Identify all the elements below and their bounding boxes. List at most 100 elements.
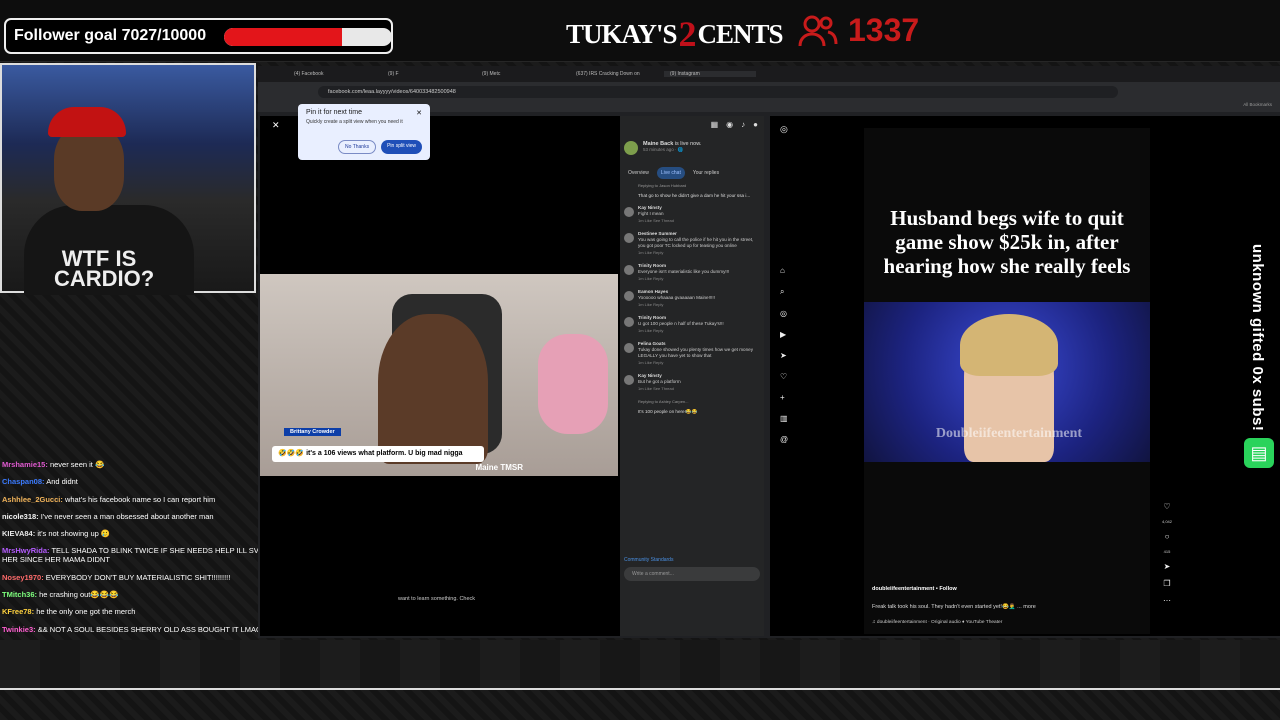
share-icon[interactable]: ➤ [1164,562,1171,571]
comment-meta[interactable]: 1m Like See Thread [638,386,681,392]
chat-line: nicole318: I've never seen a man obsesse… [2,512,264,521]
comment-meta[interactable]: 1m Like See Thread [638,218,674,224]
instagram-nav: ⌂ ⌕ ◎ ▶ ➤ ♡ + ▥ @ [780,266,788,444]
chat-user[interactable]: KIEVA84: [2,529,35,538]
reel-user[interactable]: doubleiifeentertainment • Follow [872,586,957,592]
browser-tab[interactable]: (9) F [382,71,474,77]
chat-user[interactable]: Mrshamie15: [2,460,48,469]
browser-tabs: (4) Facebook (9) F (9) Metc (637) IRS Crack… [258,66,1280,82]
threads-icon[interactable]: @ [780,435,788,444]
reel-title: Husband begs wife to quit game show $25k… [883,206,1131,278]
comment-avatar[interactable] [624,291,634,301]
write-comment-input[interactable]: Write a comment... [624,567,760,581]
save-icon[interactable]: ❐ [1163,579,1170,588]
comment-avatar[interactable] [624,265,634,275]
browser-tab[interactable]: (9) Instagram [664,71,756,77]
cam-streamer-cap [48,107,126,137]
browser-tab[interactable]: (637) IRS Cracking Down on [570,71,662,77]
comment: Kay Ninsty But he got a platform 1m Like S… [624,373,760,392]
fb-panel-tab[interactable]: Live chat [656,167,685,179]
chat-line: Twinkie3: && NOT A SOUL BESIDES SHERRY O… [2,625,264,634]
dashboard-icon[interactable]: ▥ [780,414,788,423]
chat-user[interactable]: MrsHwyRida: [2,546,50,555]
more-icon[interactable]: ⋯ [1163,596,1171,605]
pin-close-icon[interactable]: ✕ [416,109,422,117]
comment-avatar[interactable] [624,343,634,353]
comment-meta[interactable]: 1m Like Reply [638,250,760,256]
video-person [378,314,488,464]
chat-user[interactable]: nicole318: [2,512,39,521]
comment-avatar[interactable] [624,317,634,327]
chat-user[interactable]: Nosey1970: [2,573,44,582]
bell-icon[interactable]: ♪ [741,120,745,129]
facebook-video[interactable]: Brittany Crowder 🤣🤣🤣 it's a 106 views wh… [260,274,618,476]
avatar[interactable]: ● [753,120,758,129]
plus-icon[interactable]: + [780,393,788,402]
fb-panel-tabs: Overview Live chat Your replies [624,167,760,179]
comment-body: Trinity Room U got 100 people n half of t… [638,315,724,334]
video-caption: 🤣🤣🤣 it's a 106 views what platform. U bi… [272,446,484,462]
like-icon[interactable]: ♡ [1163,502,1170,511]
comment-meta[interactable]: 1m Like Reply [638,276,729,282]
chat-line: KIEVA84: it's not showing up 🥲 [2,529,264,538]
plush-toy [538,334,608,434]
like-count: 4,042 [1162,519,1173,524]
comment-text: Fight I mean [638,211,664,216]
url-field[interactable]: facebook.com/leaa.layyyy/videos/64003348… [318,86,1118,98]
pin-split-view-button[interactable]: Pin split view [381,140,422,154]
stream-top-bar: Follower goal 7027/10000 TUKAY'S 2 CENTS… [0,0,1280,62]
reels-icon[interactable]: ▶ [780,330,788,339]
browser-tab[interactable]: (4) Facebook [288,71,380,77]
no-thanks-button[interactable]: No Thanks [338,140,377,154]
viewer-count: 1337 [848,12,920,48]
sub-banner: unknown gifted 0x subs! [1249,244,1266,432]
comment-body: Destinee Summer You was going to call the… [638,231,760,256]
comment-meta[interactable]: 1m Like Reply [638,302,715,308]
chat-line: Ashhlee_2Gucci: what's his facebook name… [2,495,264,504]
host-time: 53 minutes ago · 🌐 [643,147,684,152]
comment-avatar[interactable] [624,207,634,217]
cam-streamer-head [54,125,124,211]
chat-line: KFree78: he the only one got the merch [2,607,264,616]
comment-avatar[interactable] [624,233,634,243]
chat-text: he crashing out😂😂😂 [39,590,119,600]
home-icon[interactable]: ⌂ [780,266,788,275]
comment: Kay Ninsty Fight I mean 1m Like See Thread [624,205,760,224]
browser-window: (4) Facebook (9) F (9) Metc (637) IRS Crack… [258,66,1280,638]
comment: Eamon Hayes Yoooooo whaaaa gvaaaaan Maine… [624,289,760,308]
chat-line: Nosey1970: EVERYBODY DON'T BUY MATERIALI… [2,573,264,582]
messenger-icon[interactable]: ◉ [726,120,733,129]
comments-list: Replying to Jason Hubbard That go to sho… [624,183,760,555]
url-bar[interactable]: facebook.com/leaa.layyyy/videos/64003348… [258,82,1280,102]
chat-user[interactable]: TMitch36: [2,590,37,599]
reel-video[interactable]: Husband begs wife to quit game show $25k… [864,128,1150,634]
chat-user[interactable]: KFree78: [2,607,34,616]
bottom-divider [0,688,1280,690]
heart-icon[interactable]: ♡ [780,372,788,381]
reel-audio[interactable]: ♫ doubleiifeentertainment · Original aud… [872,620,1002,625]
host-avatar[interactable] [624,141,638,155]
chat-user[interactable]: Ashhlee_2Gucci: [2,495,63,504]
pin-popup: Pin it for next time Quickly create a sp… [298,104,430,160]
send-icon[interactable]: ➤ [780,351,788,360]
comment: Trinity Room U got 100 people n half of t… [624,315,760,334]
community-standards-link[interactable]: Community Standards [624,557,760,563]
comment-meta[interactable]: 1m Like Reply [638,360,760,366]
webcam-feed: WTF IS CARDIO? [0,63,256,295]
fb-panel-tab[interactable]: Overview [624,167,653,179]
facebook-video-area: ✕ Brittany Crowder 🤣🤣🤣 it's a 106 views … [260,116,620,636]
close-icon[interactable]: ✕ [272,120,280,131]
grid-icon[interactable]: ▦ [711,120,719,129]
instagram-icon[interactable]: ◎ [780,124,788,135]
chat-user[interactable]: Chaspan08: [2,477,45,486]
fb-panel-tab[interactable]: Your replies [689,167,723,179]
browser-tab[interactable]: (9) Metc [476,71,568,77]
comment-icon[interactable]: ○ [1165,532,1170,541]
comment: Felina Goats Tukay done showed you plenty… [624,341,760,366]
explore-icon[interactable]: ◎ [780,309,788,318]
search-icon[interactable]: ⌕ [780,287,788,297]
chat-text: never seen it 😂 [49,460,105,469]
comment-meta[interactable]: 1m Like Reply [638,328,724,334]
chat-user[interactable]: Twinkie3: [2,625,36,634]
comment-avatar[interactable] [624,375,634,385]
